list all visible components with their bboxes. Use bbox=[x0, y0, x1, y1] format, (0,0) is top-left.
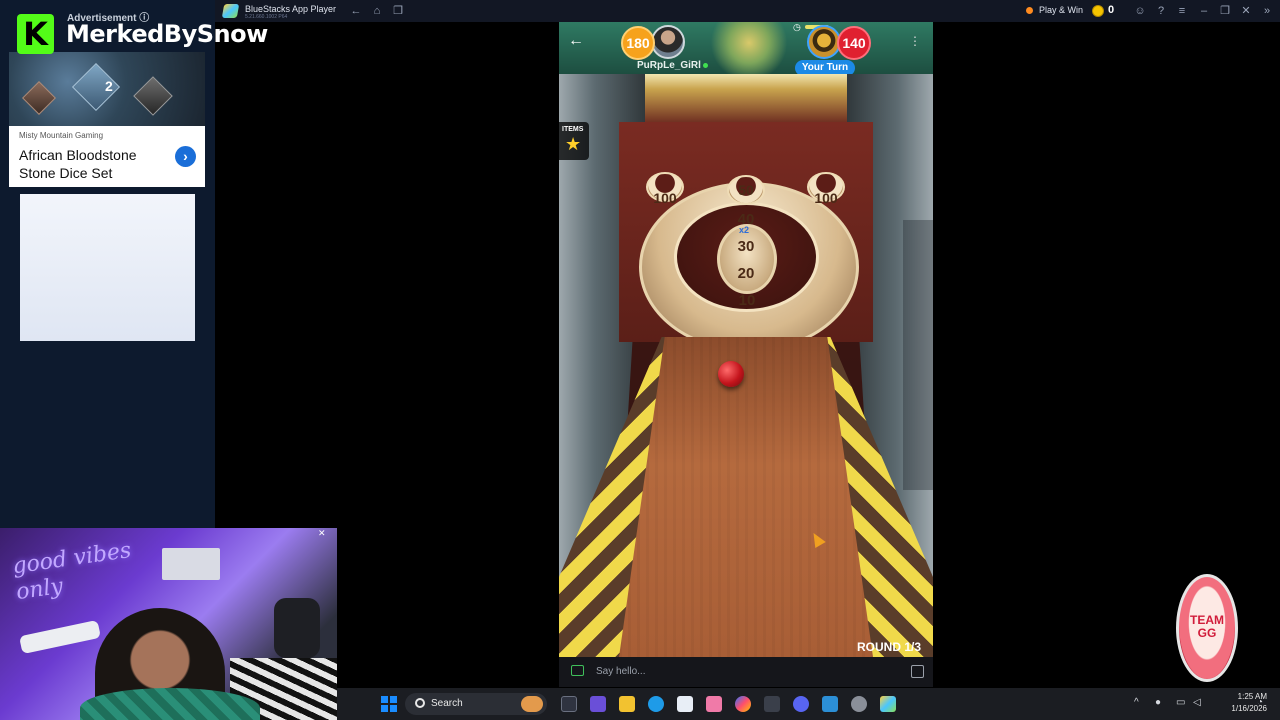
profile-icon[interactable]: ☺ bbox=[1133, 3, 1147, 19]
webcam-feed: good vibes only ✕ bbox=[0, 528, 337, 720]
round-indicator: ROUND 1/3 bbox=[857, 640, 922, 654]
streamer-shirt bbox=[80, 688, 260, 720]
chat-icon[interactable] bbox=[571, 665, 584, 676]
score-label-10: 10 bbox=[738, 292, 756, 309]
home-icon[interactable]: ⌂ bbox=[370, 3, 384, 19]
score-label-50: 50 bbox=[738, 182, 754, 198]
menu-icon[interactable]: ≡ bbox=[1175, 3, 1189, 19]
ad-placeholder[interactable] bbox=[20, 194, 195, 341]
back-arrow-icon[interactable]: ← bbox=[567, 32, 585, 50]
discord-icon[interactable] bbox=[793, 696, 809, 712]
coin-count: 0 bbox=[1108, 4, 1115, 16]
chat-input[interactable]: Say hello... bbox=[596, 666, 645, 677]
search-icon bbox=[415, 698, 425, 708]
sunburst-decoration bbox=[709, 22, 789, 74]
kick-logo-letter: K bbox=[23, 15, 48, 53]
ad-sidebar: Advertisement ⓘ 2 Misty Mountain Gaming … bbox=[0, 0, 215, 528]
search-highlight-icon bbox=[521, 696, 543, 712]
sidebar-toggle-icon[interactable]: » bbox=[1260, 3, 1274, 19]
timer-icon: ◷ bbox=[793, 22, 801, 32]
taskbar-search[interactable]: Search bbox=[405, 693, 547, 715]
skeeball-game[interactable]: ← ⋮ 180 PuRpLe_GiRl ◷ 140 Your Turn ITEM… bbox=[559, 22, 933, 657]
ad-brand: Misty Mountain Gaming bbox=[19, 131, 104, 140]
ad-title[interactable]: African Bloodstone Stone Dice Set bbox=[19, 146, 169, 182]
notepad-icon[interactable] bbox=[822, 696, 838, 712]
obs-icon[interactable] bbox=[851, 696, 867, 712]
back-wall bbox=[645, 74, 847, 124]
microphone-icon[interactable]: ● bbox=[1155, 697, 1161, 708]
opponent-score: 140 bbox=[837, 26, 871, 60]
back-icon[interactable]: ← bbox=[349, 3, 363, 19]
online-status-icon bbox=[703, 63, 708, 68]
maximize-icon[interactable]: ❐ bbox=[1218, 3, 1232, 19]
play-win-button[interactable]: Play & Win bbox=[1039, 5, 1083, 15]
sticker-icon[interactable] bbox=[911, 665, 924, 678]
items-button[interactable]: ITEMS ★ bbox=[559, 122, 589, 160]
multiplier-label: x2 bbox=[739, 225, 750, 235]
minimize-icon[interactable]: – bbox=[1197, 3, 1211, 19]
die-number: 2 bbox=[105, 78, 113, 94]
play-win-icon bbox=[1026, 7, 1033, 14]
ad-image[interactable]: 2 bbox=[9, 52, 205, 126]
task-view-icon[interactable] bbox=[561, 696, 577, 712]
side-panel-edge bbox=[903, 220, 933, 490]
score-label-100-right: 100 bbox=[814, 190, 838, 206]
network-icon[interactable]: ▭ bbox=[1176, 697, 1185, 708]
app-icon[interactable] bbox=[706, 696, 722, 712]
air-conditioner bbox=[162, 548, 220, 580]
score-label-100-left: 100 bbox=[653, 190, 677, 206]
file-explorer-icon[interactable] bbox=[619, 696, 635, 712]
game-header bbox=[559, 22, 933, 74]
emulator-version: 5.21.660.1002 P64 bbox=[245, 14, 288, 20]
dice-image bbox=[133, 76, 173, 116]
copilot-icon[interactable] bbox=[735, 696, 751, 712]
store-icon[interactable] bbox=[677, 696, 693, 712]
volume-icon[interactable]: ◁ bbox=[1193, 697, 1201, 708]
ad-card[interactable]: 2 Misty Mountain Gaming African Bloodsto… bbox=[9, 52, 205, 187]
emulator-title: BlueStacks App Player bbox=[245, 4, 337, 14]
search-label: Search bbox=[431, 698, 463, 709]
recent-apps-icon[interactable]: ❐ bbox=[391, 3, 405, 19]
chevron-right-icon[interactable]: › bbox=[175, 146, 196, 167]
emulator-title-bar: BlueStacks App Player 5.21.660.1002 P64 … bbox=[215, 0, 1280, 22]
team-gg-text: TEAM GG bbox=[1190, 613, 1224, 640]
coin-icon bbox=[1092, 5, 1104, 17]
player-name: PuRpLe_GiRl bbox=[637, 60, 701, 71]
score-label-20: 20 bbox=[737, 265, 755, 282]
chat-bar[interactable]: Say hello... bbox=[559, 657, 933, 687]
neon-sign: good vibes only bbox=[10, 537, 133, 606]
player-avatar[interactable] bbox=[651, 25, 685, 59]
chevron-up-icon[interactable]: ^ bbox=[1134, 697, 1139, 708]
edge-icon[interactable] bbox=[648, 696, 664, 712]
windows-start-icon[interactable] bbox=[381, 696, 397, 712]
dice-image bbox=[22, 81, 56, 115]
star-icon: ★ bbox=[565, 134, 582, 154]
help-icon[interactable]: ? bbox=[1154, 3, 1168, 19]
opponent-avatar[interactable] bbox=[807, 25, 841, 59]
kick-logo-icon: K bbox=[17, 14, 54, 54]
screen: Advertisement ⓘ 2 Misty Mountain Gaming … bbox=[0, 0, 1280, 720]
bluestacks-icon[interactable] bbox=[880, 696, 896, 712]
notification-bell-icon[interactable]: ◔ bbox=[1257, 697, 1263, 708]
player-score: 180 bbox=[621, 26, 655, 60]
teams-icon[interactable] bbox=[590, 696, 606, 712]
mic-arm bbox=[19, 619, 101, 655]
bluestacks-logo-icon bbox=[221, 4, 240, 18]
skeeball-ball[interactable] bbox=[718, 361, 744, 387]
settings-icon[interactable] bbox=[764, 696, 780, 712]
more-options-icon[interactable]: ⋮ bbox=[909, 34, 921, 48]
items-label: ITEMS bbox=[562, 126, 584, 133]
windows-taskbar: Search ^ ● ▭ ◁ 1:25 AM 1/16/2026 ◔ bbox=[337, 688, 1280, 720]
close-icon[interactable]: ✕ bbox=[1239, 3, 1253, 19]
streamer-name: MerkedBySnow bbox=[66, 20, 268, 48]
close-icon: ✕ bbox=[318, 528, 326, 538]
score-label-30: 30 bbox=[737, 238, 755, 255]
microphone bbox=[274, 598, 320, 658]
